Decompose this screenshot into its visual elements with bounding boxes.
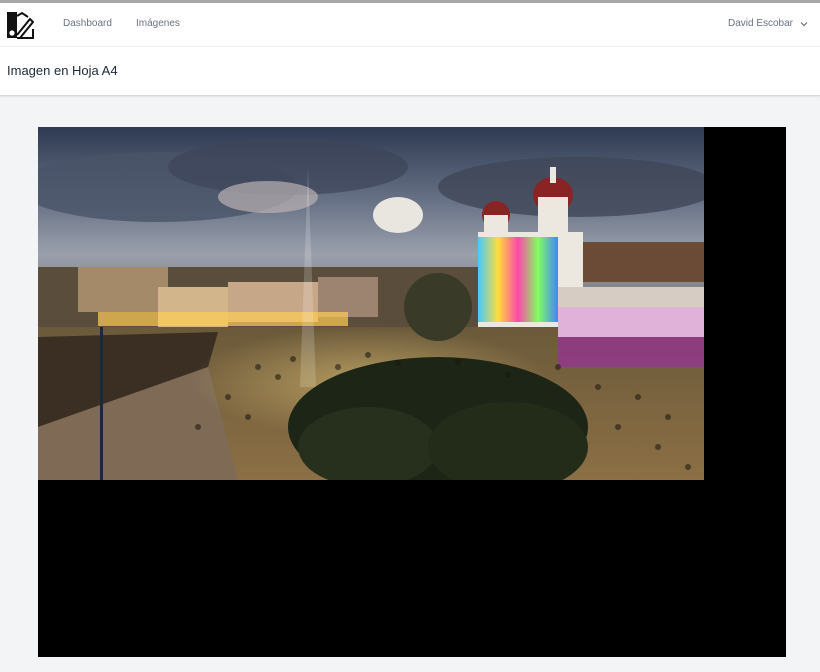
placed-photo <box>38 127 704 480</box>
page-header: Imagen en Hoja A4 <box>0 47 820 96</box>
user-name: David Escobar <box>727 18 793 29</box>
swatch-book-icon[interactable] <box>6 11 35 39</box>
user-menu[interactable]: David Escobar <box>728 18 808 29</box>
top-navbar: Dashboard Imágenes David Escobar <box>0 3 820 47</box>
chevron-down-icon <box>800 20 808 28</box>
nav-link-imagenes[interactable]: Imágenes <box>136 18 180 29</box>
a4-sheet-preview <box>38 127 786 657</box>
page-title: Imagen en Hoja A4 <box>7 63 118 78</box>
nav-link-dashboard[interactable]: Dashboard <box>63 18 112 29</box>
